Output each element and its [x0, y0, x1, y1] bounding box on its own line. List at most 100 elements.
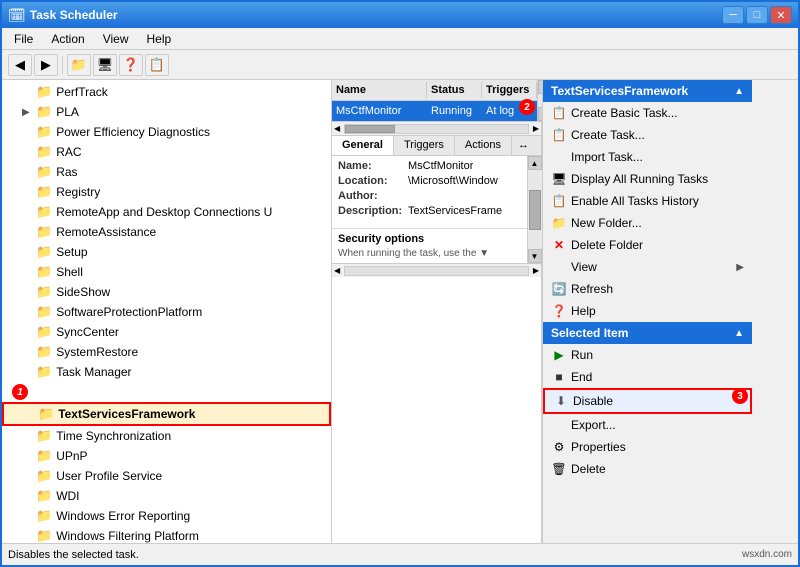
menu-view[interactable]: View — [95, 30, 137, 48]
action-view[interactable]: View ▶ — [543, 256, 752, 278]
tree-item[interactable]: 📁 RemoteAssistance — [2, 222, 331, 242]
hscroll-right[interactable]: ▶ — [531, 266, 541, 275]
tree-item[interactable]: 📁 Windows Error Reporting — [2, 506, 331, 526]
detail-row-desc: Description: TextServicesFrame — [338, 205, 521, 217]
task-row-msctfmonitor[interactable]: MsCtfMonitor Running At log — [332, 101, 537, 121]
tree-item[interactable]: 📁 Setup — [2, 242, 331, 262]
folder-icon: 📁 — [36, 124, 52, 140]
hscroll-right[interactable]: ▶ — [531, 124, 541, 133]
tree-item[interactable]: ▶ 📁 PLA — [2, 102, 331, 122]
menu-help[interactable]: Help — [139, 30, 180, 48]
tree-item[interactable]: 📁 Shell — [2, 262, 331, 282]
close-button[interactable]: ✕ — [770, 6, 792, 24]
tree-item-label: Shell — [56, 265, 83, 279]
tab-more[interactable]: ↔ — [512, 136, 535, 155]
action-create-task[interactable]: 📋 Create Task... — [543, 124, 752, 146]
tree-item[interactable]: 📁 WDI — [2, 486, 331, 506]
action-label-history: Enable All Tasks History — [571, 194, 699, 208]
hscroll-thumb[interactable] — [345, 125, 395, 133]
tree-item-textservices[interactable]: 📁 TextServicesFramework — [2, 402, 331, 426]
tab-triggers[interactable]: Triggers — [394, 136, 455, 155]
vscroll-down[interactable]: ▼ — [528, 249, 542, 263]
title-text: Task Scheduler — [30, 8, 118, 22]
action-help[interactable]: ❓ Help — [543, 300, 752, 322]
tree-pane: 📁 PerfTrack ▶ 📁 PLA 📁 Power Efficiency D… — [2, 80, 332, 543]
folder-icon: 📁 — [36, 204, 52, 220]
hscroll-track[interactable] — [344, 124, 529, 134]
action-icon-disable: ⬇ — [553, 393, 569, 409]
status-brand: wsxdn.com — [742, 549, 792, 560]
action-enable-history[interactable]: 📋 Enable All Tasks History — [543, 190, 752, 212]
tree-item[interactable]: 📁 Power Efficiency Diagnostics — [2, 122, 331, 142]
maximize-button[interactable]: □ — [746, 6, 768, 24]
action-label-disable: Disable — [573, 394, 613, 408]
minimize-button[interactable]: ─ — [722, 6, 744, 24]
tree-item[interactable]: 📁 Task Manager — [2, 362, 331, 382]
action-import[interactable]: Import Task... — [543, 146, 752, 168]
detail-label-desc: Description: — [338, 205, 408, 217]
vscroll-thumb[interactable] — [529, 190, 541, 230]
actions-section2-label: Selected Item — [551, 326, 628, 340]
action-run[interactable]: ▶ Run — [543, 344, 752, 366]
tree-item[interactable]: 📁 RAC — [2, 142, 331, 162]
tree-item[interactable]: 📁 Windows Filtering Platform — [2, 526, 331, 543]
hscroll-left[interactable]: ◀ — [332, 266, 342, 275]
tree-item[interactable]: 📁 Time Synchronization — [2, 426, 331, 446]
action-label-new-folder: New Folder... — [571, 216, 642, 230]
tree-item[interactable]: 📁 SystemRestore — [2, 342, 331, 362]
action-display-running[interactable]: 🖥 Display All Running Tasks — [543, 168, 752, 190]
clipboard-button[interactable]: 📋 — [145, 54, 169, 76]
detail-row-author: Author: — [338, 190, 521, 202]
action-end[interactable]: ■ End — [543, 366, 752, 388]
screen-button[interactable]: 🖥 — [93, 54, 117, 76]
tree-item-label: PerfTrack — [56, 85, 108, 99]
task-list-header: Name Status Triggers — [332, 80, 537, 101]
action-disable[interactable]: 3 ⬇ Disable — [543, 388, 752, 414]
action-delete-folder[interactable]: ✕ Delete Folder — [543, 234, 752, 256]
action-icon-delete-folder: ✕ — [551, 237, 567, 253]
collapse-icon[interactable]: ▲ — [734, 86, 744, 97]
detail-row-name: Name: MsCtfMonitor — [338, 160, 521, 172]
help-button[interactable]: ❓ — [119, 54, 143, 76]
action-create-basic[interactable]: 📋 Create Basic Task... — [543, 102, 752, 124]
action-export[interactable]: Export... — [543, 414, 752, 436]
hscroll-left[interactable]: ◀ — [332, 124, 342, 133]
action-delete[interactable]: 🗑 Delete — [543, 458, 752, 480]
folder-icon: 📁 — [36, 364, 52, 380]
tree-item[interactable]: 📁 RemoteApp and Desktop Connections U — [2, 202, 331, 222]
tree-items: 📁 PerfTrack ▶ 📁 PLA 📁 Power Efficiency D… — [2, 80, 331, 543]
tree-item[interactable]: 📁 Registry — [2, 182, 331, 202]
tree-item[interactable]: 📁 PerfTrack — [2, 82, 331, 102]
menu-file[interactable]: File — [6, 30, 41, 48]
tab-actions[interactable]: Actions — [455, 136, 512, 155]
tree-item[interactable]: 📁 UPnP — [2, 446, 331, 466]
tree-item[interactable]: 📁 SoftwareProtectionPlatform — [2, 302, 331, 322]
detail-hscroll[interactable]: ◀ ▶ — [332, 263, 541, 277]
back-button[interactable]: ◀ — [8, 54, 32, 76]
action-label-export: Export... — [571, 418, 616, 432]
task-list-hscroll[interactable]: ◀ ▶ — [332, 121, 541, 135]
action-refresh[interactable]: 🔄 Refresh — [543, 278, 752, 300]
vscroll-up[interactable]: ▲ — [528, 156, 542, 170]
tree-item[interactable]: 📁 SideShow — [2, 282, 331, 302]
detail-row-location: Location: \Microsoft\Window — [338, 175, 521, 187]
action-label-properties: Properties — [571, 440, 626, 454]
collapse-icon-2[interactable]: ▲ — [734, 328, 744, 339]
folder-icon: 📁 — [36, 528, 52, 543]
folder-icon: 📁 — [36, 468, 52, 484]
folder-button[interactable]: 📁 — [67, 54, 91, 76]
detail-vscroll[interactable]: ▲ ▼ — [527, 156, 541, 263]
vscroll-track[interactable] — [528, 170, 542, 249]
action-icon-import — [551, 149, 567, 165]
tree-item[interactable]: 📁 User Profile Service — [2, 466, 331, 486]
tree-item[interactable]: 📁 Ras — [2, 162, 331, 182]
hscroll-track[interactable] — [344, 266, 529, 276]
action-label-delete-folder: Delete Folder — [571, 238, 643, 252]
action-properties[interactable]: ⚙ Properties — [543, 436, 752, 458]
menu-action[interactable]: Action — [43, 30, 92, 48]
middle-pane: Name Status Triggers 2 MsCtfMonitor Runn… — [332, 80, 542, 543]
tab-general[interactable]: General — [332, 136, 394, 155]
action-new-folder[interactable]: 📁 New Folder... — [543, 212, 752, 234]
tree-item[interactable]: 📁 SyncCenter — [2, 322, 331, 342]
forward-button[interactable]: ▶ — [34, 54, 58, 76]
